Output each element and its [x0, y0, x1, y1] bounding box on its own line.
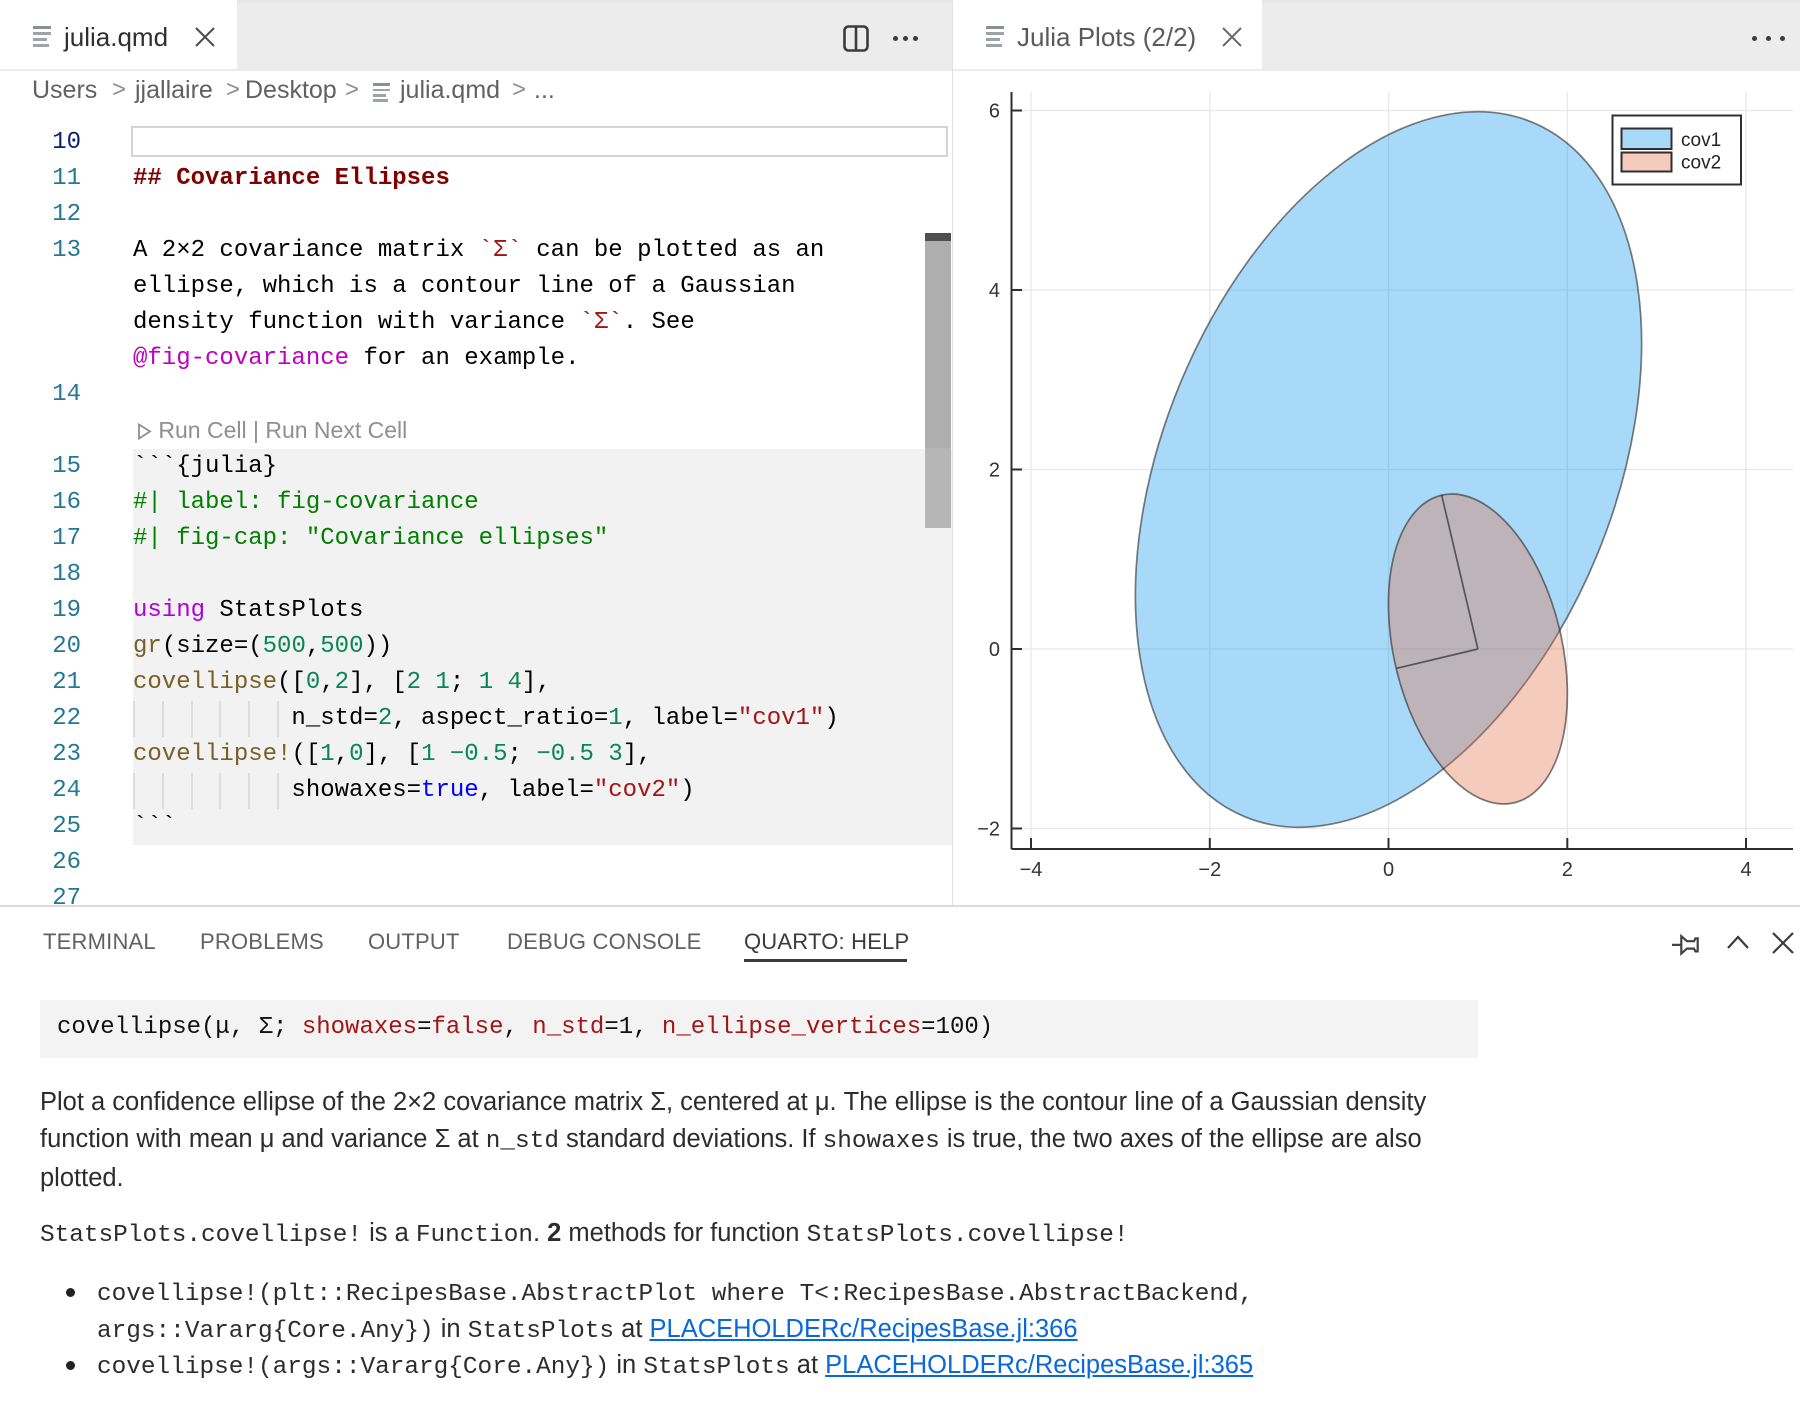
svg-text:−2: −2: [977, 819, 1000, 841]
svg-text:4: 4: [989, 280, 1000, 302]
svg-text:0: 0: [989, 639, 1000, 661]
svg-text:cov2: cov2: [1681, 153, 1721, 174]
svg-text:2: 2: [989, 460, 1000, 482]
svg-text:−4: −4: [1020, 859, 1043, 881]
svg-text:−2: −2: [1198, 859, 1221, 881]
svg-text:2: 2: [1562, 859, 1573, 881]
svg-text:4: 4: [1740, 859, 1751, 881]
svg-text:cov1: cov1: [1681, 130, 1721, 151]
svg-text:0: 0: [1383, 859, 1394, 881]
svg-text:6: 6: [989, 101, 1000, 123]
